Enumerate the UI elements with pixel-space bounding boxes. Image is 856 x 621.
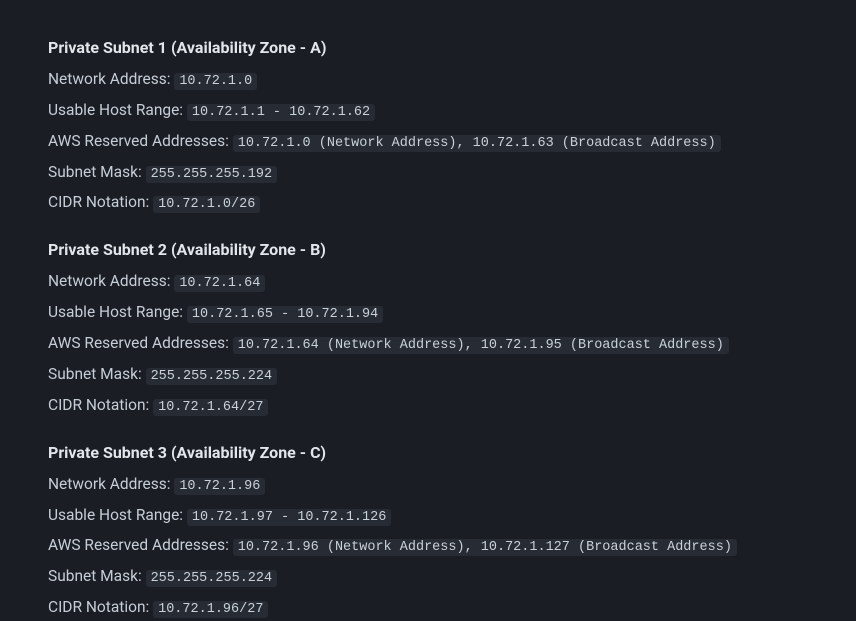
cidr-value: 10.72.1.96/27 (153, 601, 268, 618)
network-address-label: Network Address: (48, 272, 174, 290)
reserved-label: AWS Reserved Addresses: (48, 536, 233, 554)
reserved-row: AWS Reserved Addresses: 10.72.1.0 (Netwo… (48, 129, 808, 155)
network-address-label: Network Address: (48, 70, 174, 88)
host-range-row: Usable Host Range: 10.72.1.97 - 10.72.1.… (48, 503, 808, 529)
cidr-row: CIDR Notation: 10.72.1.0/26 (48, 190, 808, 216)
subnet-title: Private Subnet 3 (Availability Zone - C) (48, 441, 808, 466)
subnet-block-2: Private Subnet 2 (Availability Zone - B)… (48, 238, 808, 418)
host-range-row: Usable Host Range: 10.72.1.1 - 10.72.1.6… (48, 98, 808, 124)
host-range-row: Usable Host Range: 10.72.1.65 - 10.72.1.… (48, 300, 808, 326)
mask-label: Subnet Mask: (48, 365, 146, 383)
mask-row: Subnet Mask: 255.255.255.192 (48, 160, 808, 186)
subnet-block-3: Private Subnet 3 (Availability Zone - C)… (48, 441, 808, 621)
mask-row: Subnet Mask: 255.255.255.224 (48, 564, 808, 590)
reserved-row: AWS Reserved Addresses: 10.72.1.64 (Netw… (48, 331, 808, 357)
network-address-label: Network Address: (48, 475, 174, 493)
cidr-value: 10.72.1.0/26 (153, 196, 260, 213)
host-range-label: Usable Host Range: (48, 506, 187, 524)
mask-row: Subnet Mask: 255.255.255.224 (48, 362, 808, 388)
mask-label: Subnet Mask: (48, 163, 146, 181)
host-range-value: 10.72.1.65 - 10.72.1.94 (187, 306, 383, 323)
network-address-value: 10.72.1.64 (174, 275, 265, 292)
reserved-label: AWS Reserved Addresses: (48, 334, 233, 352)
host-range-value: 10.72.1.97 - 10.72.1.126 (187, 509, 391, 526)
network-address-value: 10.72.1.0 (174, 73, 257, 90)
reserved-value: 10.72.1.96 (Network Address), 10.72.1.12… (233, 539, 737, 556)
reserved-label: AWS Reserved Addresses: (48, 132, 233, 150)
cidr-label: CIDR Notation: (48, 598, 153, 616)
mask-label: Subnet Mask: (48, 567, 146, 585)
reserved-row: AWS Reserved Addresses: 10.72.1.96 (Netw… (48, 533, 808, 559)
mask-value: 255.255.255.224 (146, 368, 278, 385)
cidr-label: CIDR Notation: (48, 193, 153, 211)
network-address-value: 10.72.1.96 (174, 478, 265, 495)
reserved-value: 10.72.1.64 (Network Address), 10.72.1.95… (233, 337, 729, 354)
mask-value: 255.255.255.192 (146, 166, 278, 183)
cidr-label: CIDR Notation: (48, 396, 153, 414)
subnet-block-1: Private Subnet 1 (Availability Zone - A)… (48, 36, 808, 216)
network-address-row: Network Address: 10.72.1.96 (48, 472, 808, 498)
cidr-row: CIDR Notation: 10.72.1.64/27 (48, 393, 808, 419)
host-range-value: 10.72.1.1 - 10.72.1.62 (187, 104, 375, 121)
cidr-row: CIDR Notation: 10.72.1.96/27 (48, 595, 808, 621)
host-range-label: Usable Host Range: (48, 303, 187, 321)
host-range-label: Usable Host Range: (48, 101, 187, 119)
mask-value: 255.255.255.224 (146, 570, 278, 587)
reserved-value: 10.72.1.0 (Network Address), 10.72.1.63 … (233, 135, 721, 152)
network-address-row: Network Address: 10.72.1.0 (48, 67, 808, 93)
subnet-title: Private Subnet 2 (Availability Zone - B) (48, 238, 808, 263)
subnet-title: Private Subnet 1 (Availability Zone - A) (48, 36, 808, 61)
cidr-value: 10.72.1.64/27 (153, 399, 268, 416)
network-address-row: Network Address: 10.72.1.64 (48, 269, 808, 295)
